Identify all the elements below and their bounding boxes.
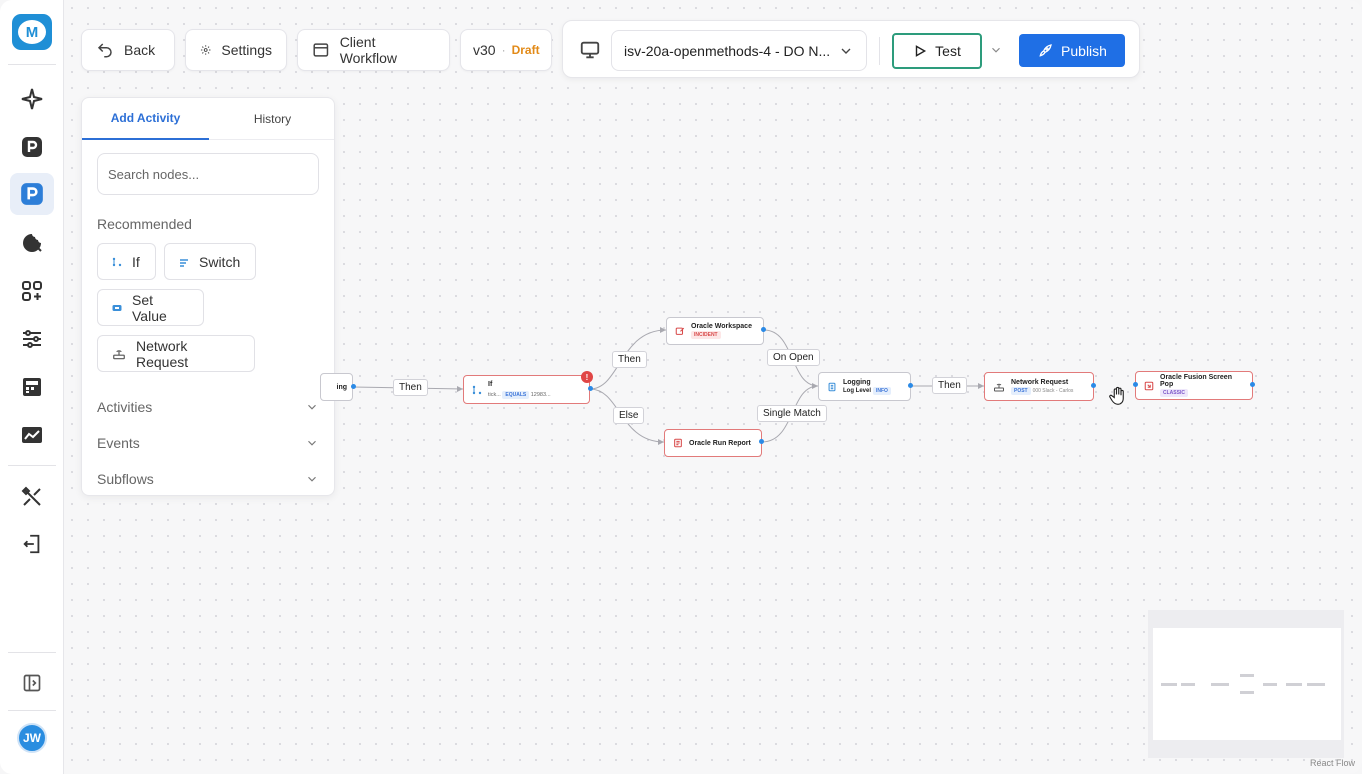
node-port[interactable] [1250, 382, 1255, 387]
minimap-node [1240, 674, 1254, 677]
flow-node-oracle-run-report[interactable]: Oracle Run Report [664, 429, 762, 457]
partial-node-text: ing [336, 383, 348, 391]
report-icon [673, 438, 683, 448]
network-request-detail: 000 Slack - Carlos [1032, 387, 1074, 394]
node-port[interactable] [761, 327, 766, 332]
minimap-node [1240, 691, 1254, 694]
minimap-node [1211, 683, 1229, 686]
flow-node-partial[interactable]: ing [320, 373, 353, 401]
logging-badge: INFO [872, 386, 891, 395]
edge-label-on-open[interactable]: On Open [767, 349, 820, 366]
oracle-fusion-title: Oracle Fusion Screen Pop [1160, 374, 1232, 388]
log-icon [827, 382, 837, 392]
if-node-title: If [488, 380, 493, 388]
flow-node-network-request[interactable]: Network Request POST 000 Slack - Carlos [984, 372, 1094, 401]
oracle-workspace-badge: INCIDENT [691, 331, 721, 339]
logging-subtitle: Log Level [843, 387, 872, 394]
node-port[interactable] [908, 383, 913, 388]
edit-icon [675, 326, 685, 336]
screen-pop-icon [1144, 381, 1154, 391]
hand-cursor-icon [1109, 386, 1124, 405]
logging-title: Logging [843, 378, 871, 386]
edge-label-then[interactable]: Then [932, 377, 967, 394]
minimap-node [1307, 683, 1325, 686]
flow-node-if[interactable]: If tick... EQUALS 12983... [463, 375, 590, 404]
minimap[interactable] [1153, 628, 1341, 740]
oracle-fusion-badge: CLASSIC [1160, 389, 1188, 397]
if-node-field: tick... [488, 391, 501, 398]
flow-node-logging[interactable]: Logging Log Level INFO [818, 372, 911, 401]
edge-label-then[interactable]: Then [612, 351, 647, 368]
if-branch-icon [472, 385, 482, 395]
network-request-badge: POST [1011, 386, 1031, 395]
edge-label-then[interactable]: Then [393, 379, 428, 396]
edge-label-single-match[interactable]: Single Match [757, 405, 827, 422]
network-request-icon [993, 381, 1005, 393]
minimap-node [1286, 683, 1302, 686]
oracle-workspace-title: Oracle Workspace [691, 323, 752, 330]
if-node-operator: EQUALS [502, 390, 530, 399]
error-indicator-icon[interactable]: ! [581, 371, 593, 383]
minimap-node [1181, 683, 1195, 686]
network-request-title: Network Request [1011, 378, 1069, 386]
flow-node-oracle-workspace[interactable]: Oracle Workspace INCIDENT [666, 317, 764, 345]
minimap-node [1161, 683, 1177, 686]
node-port[interactable] [588, 386, 593, 391]
oracle-run-report-title: Oracle Run Report [689, 439, 751, 447]
edge-label-else[interactable]: Else [613, 407, 645, 424]
node-port[interactable] [351, 384, 356, 389]
flow-node-oracle-fusion-screen-pop[interactable]: Oracle Fusion Screen Pop CLASSIC [1135, 371, 1253, 400]
minimap-node [1263, 683, 1277, 686]
node-port[interactable] [759, 439, 764, 444]
node-port[interactable] [1091, 383, 1096, 388]
if-node-value: 12983... [530, 391, 551, 398]
react-flow-attribution[interactable]: React Flow [1310, 758, 1355, 768]
node-port[interactable] [1133, 382, 1138, 387]
